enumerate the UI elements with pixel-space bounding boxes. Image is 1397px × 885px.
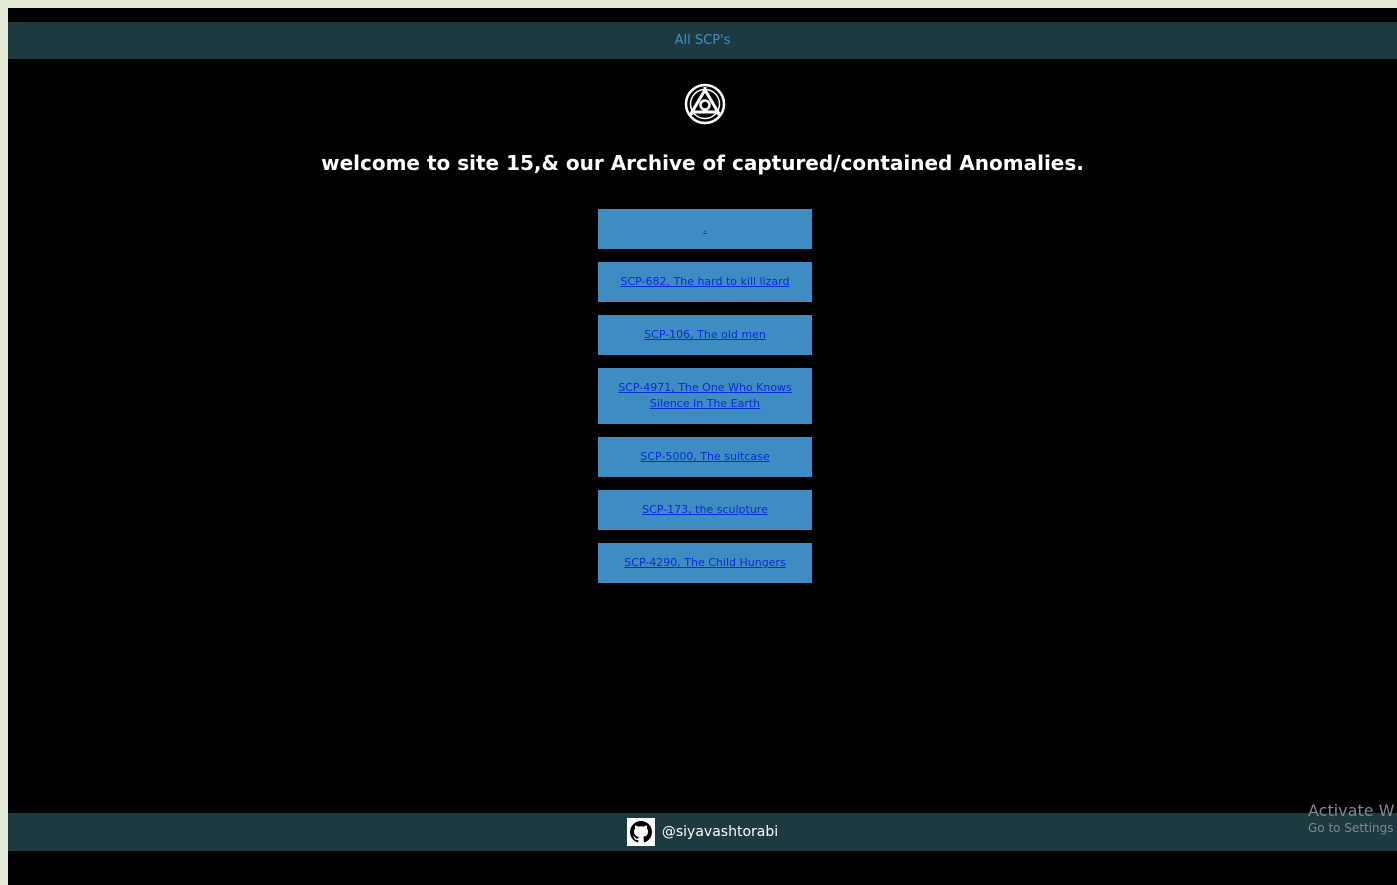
- scp-link[interactable]: SCP-5000, The suitcase: [640, 449, 769, 465]
- github-handle[interactable]: @siyavashtorabi: [662, 824, 778, 840]
- scp-list-item[interactable]: SCP-173, the sculpture: [598, 490, 812, 530]
- watermark-line-1: Activate W: [1308, 801, 1395, 820]
- scp-link[interactable]: SCP-173, the sculpture: [642, 502, 768, 518]
- scp-foundation-logo-icon: [683, 82, 727, 126]
- scp-link[interactable]: SCP-106, The old men: [644, 327, 766, 343]
- scp-link[interactable]: .: [703, 221, 707, 237]
- page: All SCP's welcome to site 15,& our Archi…: [8, 8, 1397, 885]
- scp-list-item[interactable]: SCP-4971, The One Who Knows Silence In T…: [598, 368, 812, 424]
- scp-list-item[interactable]: SCP-106, The old men: [598, 315, 812, 355]
- scp-list-item[interactable]: SCP-4290, The Child Hungers: [598, 543, 812, 583]
- footer-bar: @siyavashtorabi: [8, 813, 1397, 851]
- scp-link[interactable]: SCP-4971, The One Who Knows Silence In T…: [612, 380, 798, 412]
- scp-list-item[interactable]: SCP-682, The hard to kill lizard: [598, 262, 812, 302]
- all-scps-link[interactable]: All SCP's: [675, 33, 731, 48]
- github-icon[interactable]: [626, 818, 655, 846]
- scp-list-item[interactable]: SCP-5000, The suitcase: [598, 437, 812, 477]
- scp-link[interactable]: SCP-4290, The Child Hungers: [624, 555, 785, 571]
- scp-list-item[interactable]: .: [598, 209, 812, 249]
- watermark-line-2: Go to Settings: [1308, 821, 1394, 835]
- scp-link[interactable]: SCP-682, The hard to kill lizard: [620, 274, 789, 290]
- top-nav-bar: All SCP's: [8, 22, 1397, 59]
- activate-windows-watermark: Activate W Go to Settings: [1308, 801, 1394, 836]
- page-headline: welcome to site 15,& our Archive of capt…: [321, 151, 1084, 175]
